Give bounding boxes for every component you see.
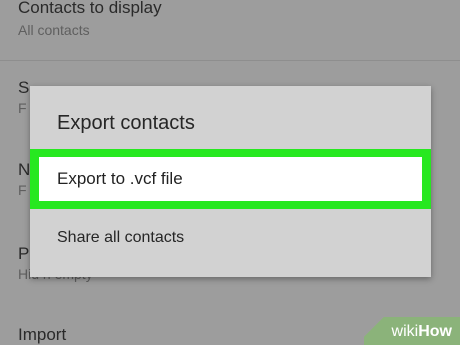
setting-subtitle: All contacts bbox=[18, 22, 90, 38]
setting-contacts-to-display[interactable]: Contacts to display All contacts bbox=[18, 0, 162, 38]
export-highlight-box: Export to .vcf file bbox=[30, 149, 431, 209]
watermark-text: wikiHow bbox=[392, 323, 452, 341]
setting-title: Import bbox=[18, 325, 67, 344]
divider bbox=[0, 60, 460, 61]
option-label: Export to .vcf file bbox=[57, 169, 183, 188]
wikihow-watermark: wikiHow bbox=[364, 317, 460, 345]
setting-item-s[interactable]: S F bbox=[18, 78, 29, 116]
watermark-part1: wiki bbox=[391, 323, 419, 340]
share-all-contacts-option[interactable]: Share all contacts bbox=[30, 216, 431, 260]
setting-title: S bbox=[18, 78, 30, 97]
setting-subtitle: F bbox=[18, 182, 27, 198]
dialog-title: Export contacts bbox=[57, 112, 195, 134]
export-contacts-dialog: Export contacts Export to .vcf file Shar… bbox=[30, 86, 431, 277]
setting-title: Contacts to display bbox=[18, 0, 162, 17]
setting-item-n[interactable]: N F bbox=[18, 160, 30, 198]
option-label: Share all contacts bbox=[57, 229, 185, 246]
export-to-vcf-option[interactable]: Export to .vcf file bbox=[39, 157, 422, 201]
setting-import[interactable]: Import bbox=[18, 325, 66, 345]
setting-subtitle: F bbox=[18, 100, 27, 116]
setting-title: N bbox=[18, 160, 31, 179]
watermark-part2: How bbox=[418, 323, 452, 340]
